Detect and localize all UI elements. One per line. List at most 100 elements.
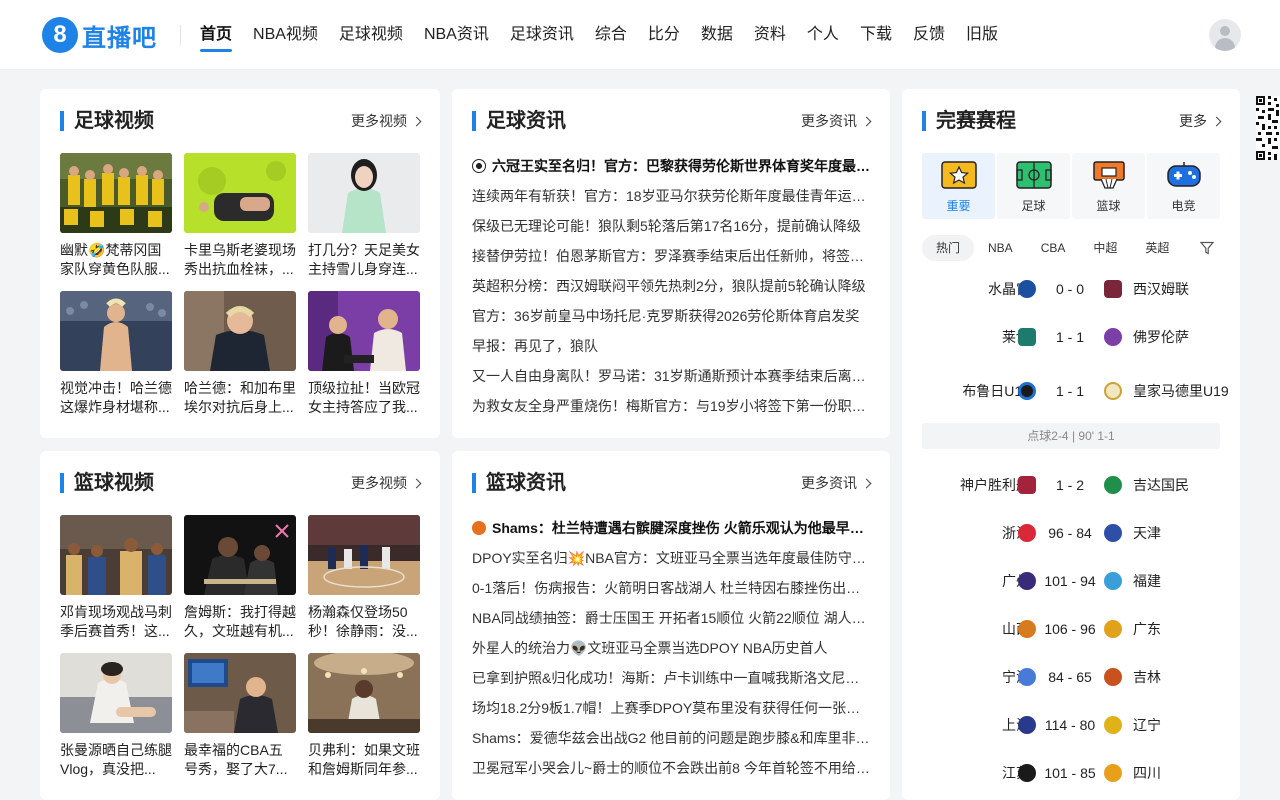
- video-item[interactable]: 邓肯现场观战马刺季后赛首秀！这...: [60, 515, 172, 641]
- chevron-right-icon: [1211, 116, 1222, 126]
- logo-mark: 8: [42, 17, 78, 53]
- league-tab-hot[interactable]: 热门: [922, 235, 975, 261]
- news-item[interactable]: 已拿到护照&归化成功！海斯：卢卡训练中一直喊我斯洛文尼亚兄弟: [472, 663, 870, 693]
- news-item[interactable]: 保级已无理论可能！狼队剩5轮落后第17名16分，提前确认降级: [472, 211, 870, 241]
- video-thumbnail: [308, 153, 420, 233]
- basketball-news-card: 篮球资讯 更多资讯 Shams：杜兰特遭遇右髌腱深度挫伤 火箭乐观认为他最早G3…: [452, 451, 890, 800]
- card-header: 足球资讯 更多资讯: [472, 107, 872, 135]
- more-schedule-link[interactable]: 更多: [1179, 111, 1222, 131]
- video-thumbnail: [308, 291, 420, 371]
- nav-item-old-version[interactable]: 旧版: [966, 0, 998, 70]
- match-row[interactable]: 宁波 84 - 65 吉林: [922, 653, 1220, 701]
- away-team: 天津: [1133, 525, 1161, 541]
- more-news-link[interactable]: 更多资讯: [801, 111, 872, 131]
- news-item[interactable]: 早报：再见了，狼队: [472, 331, 870, 361]
- news-list: 六冠王实至名归！官方：巴黎获得劳伦斯世界体育奖年度最佳团队 连续两年有斩获！官方…: [472, 151, 870, 421]
- video-caption: 张曼源晒自己练腿Vlog，真没把...: [60, 742, 172, 777]
- team-crest-icon: [1104, 716, 1122, 734]
- news-item[interactable]: 官方：36岁前皇马中场托尼·克罗斯获得2026劳伦斯体育启发奖: [472, 301, 870, 331]
- nav-item-nba-news[interactable]: NBA资讯: [424, 0, 489, 70]
- more-videos-link[interactable]: 更多视频: [351, 473, 422, 493]
- category-tab-important[interactable]: 重要: [922, 153, 995, 219]
- video-item[interactable]: 张曼源晒自己练腿Vlog，真没把...: [60, 653, 172, 779]
- nav-item-database[interactable]: 资料: [754, 0, 786, 70]
- match-score: 1 - 1: [1055, 383, 1084, 399]
- news-item[interactable]: 场均18.2分9板1.7帽！上赛季DPOY莫布里没有获得任何一张第一选票: [472, 693, 870, 723]
- match-row[interactable]: 神户胜利船 1 - 2 吉达国民: [922, 461, 1220, 509]
- chevron-right-icon: [861, 116, 872, 126]
- category-tab-football[interactable]: 足球: [997, 153, 1070, 219]
- filter-funnel-icon[interactable]: [1200, 241, 1214, 255]
- news-item[interactable]: 又一人自由身离队！罗马诺：31岁斯通斯预计本赛季结束后离开曼城: [472, 361, 870, 391]
- avatar-head: [1220, 26, 1230, 36]
- news-item[interactable]: 接替伊劳拉！伯恩茅斯官方：罗泽赛季结束后出任新帅，将签约至2029: [472, 241, 870, 271]
- news-item[interactable]: NBA同战绩抽签：爵士压国王 开拓者15顺位 火箭22顺位 湖人25顺位: [472, 603, 870, 633]
- more-news-link[interactable]: 更多资讯: [801, 473, 872, 493]
- card-title: 篮球视频: [60, 469, 154, 497]
- match-row[interactable]: 浙江 96 - 84 天津: [922, 509, 1220, 557]
- nav-item-feedback[interactable]: 反馈: [913, 0, 945, 70]
- news-item[interactable]: Shams：爱德华兹会出战G2 他目前的问题是跑步膝&和库里非常相似: [472, 723, 870, 753]
- nav-item-download[interactable]: 下载: [860, 0, 892, 70]
- news-item[interactable]: DPOY实至名归💥NBA官方：文班亚马全票当选年度最佳防守球员: [472, 543, 870, 573]
- video-item[interactable]: 顶级拉扯！当欧冠女主持答应了我...: [308, 291, 420, 417]
- category-tab-basketball[interactable]: 篮球: [1072, 153, 1145, 219]
- league-tab-nba[interactable]: NBA: [974, 235, 1027, 261]
- nav-item-football-news[interactable]: 足球资讯: [510, 0, 574, 70]
- video-item[interactable]: 卡里乌斯老婆现场秀出抗血栓袜，...: [184, 153, 296, 279]
- nav-item-general[interactable]: 综合: [595, 0, 627, 70]
- away-team: 西汉姆联: [1133, 281, 1189, 297]
- news-item[interactable]: 0-1落后！伤病报告：火箭明日客战湖人 杜兰特因右膝挫伤出战成疑: [472, 573, 870, 603]
- match-row[interactable]: 江苏 101 - 85 四川: [922, 749, 1220, 797]
- video-item[interactable]: 杨瀚森仅登场50秒！徐静雨：没...: [308, 515, 420, 641]
- news-item[interactable]: 英超积分榜：西汉姆联闷平领先热刺2分，狼队提前5轮确认降级: [472, 271, 870, 301]
- video-item[interactable]: 哈兰德：和加布里埃尔对抗后身上...: [184, 291, 296, 417]
- match-row[interactable]: 莱切 1 - 1 佛罗伦萨: [922, 313, 1220, 361]
- league-tab-premier-league[interactable]: 英超: [1131, 235, 1169, 261]
- nav-item-scores[interactable]: 比分: [648, 0, 680, 70]
- nav-item-stats[interactable]: 数据: [701, 0, 733, 70]
- video-item[interactable]: 贝弗利：如果文班和詹姆斯同年参...: [308, 653, 420, 779]
- card-title: 篮球资讯: [472, 469, 566, 497]
- match-row[interactable]: 山西 106 - 96 广东: [922, 605, 1220, 653]
- video-caption: 打几分？天足美女主持雪儿身穿连...: [308, 242, 420, 277]
- sport-category-tabs: 重要 足球 篮球 电竞: [922, 153, 1220, 219]
- video-caption: 顶级拉扯！当欧冠女主持答应了我...: [308, 380, 420, 415]
- top-header: 8 直播吧 首页 NBA视频 足球视频 NBA资讯 足球资讯 综合 比分 数据 …: [0, 0, 1280, 70]
- more-videos-link[interactable]: 更多视频: [351, 111, 422, 131]
- video-item[interactable]: 打几分？天足美女主持雪儿身穿连...: [308, 153, 420, 279]
- news-item-headline[interactable]: Shams：杜兰特遭遇右髌腱深度挫伤 火箭乐观认为他最早G3回归: [472, 513, 870, 543]
- nav-item-nba-video[interactable]: NBA视频: [253, 0, 318, 70]
- away-team: 吉达国民: [1133, 477, 1189, 493]
- match-row[interactable]: 广州 101 - 94 福建: [922, 557, 1220, 605]
- news-item-headline[interactable]: 六冠王实至名归！官方：巴黎获得劳伦斯世界体育奖年度最佳团队: [472, 151, 870, 181]
- team-crest-icon: [1018, 668, 1036, 686]
- video-item[interactable]: 视觉冲击！哈兰德这爆炸身材堪称...: [60, 291, 172, 417]
- nav-item-home[interactable]: 首页: [200, 0, 233, 70]
- category-label: 电竞: [1171, 199, 1196, 213]
- site-logo[interactable]: 8 直播吧: [42, 17, 157, 53]
- news-item[interactable]: 为救女友全身严重烧伤！梅斯官方：与19岁小将签下第一份职业合同: [472, 391, 870, 421]
- match-row[interactable]: 水晶宫 0 - 0 西汉姆联: [922, 265, 1220, 313]
- league-tab-cba[interactable]: CBA: [1027, 235, 1080, 261]
- chevron-right-icon: [861, 478, 872, 488]
- video-item[interactable]: 幽默🤣梵蒂冈国家队穿黄色队服...: [60, 153, 172, 279]
- nav-item-football-video[interactable]: 足球视频: [339, 0, 403, 70]
- user-avatar-icon[interactable]: [1209, 19, 1241, 51]
- video-item[interactable]: 詹姆斯：我打得越久，文班越有机...: [184, 515, 296, 641]
- qr-code-icon[interactable]: [1256, 96, 1280, 160]
- video-item[interactable]: 最幸福的CBA五号秀，娶了大7...: [184, 653, 296, 779]
- away-team: 吉林: [1133, 669, 1161, 685]
- more-label: 更多资讯: [801, 475, 857, 491]
- league-tab-csl[interactable]: 中超: [1079, 235, 1131, 261]
- category-tab-esports[interactable]: 电竞: [1147, 153, 1220, 219]
- news-text: 六冠王实至名归！官方：巴黎获得劳伦斯世界体育奖年度最佳团队: [492, 158, 870, 174]
- nav-item-personal[interactable]: 个人: [807, 0, 839, 70]
- match-row[interactable]: 上海 114 - 80 辽宁: [922, 701, 1220, 749]
- news-item[interactable]: 外星人的统治力👽文班亚马全票当选DPOY NBA历史首人: [472, 633, 870, 663]
- news-item[interactable]: 卫冕冠军小哭会儿~爵士的顺位不会跌出前8 今年首轮签不用给雷霆: [472, 753, 870, 783]
- soccer-field-icon: [1016, 161, 1052, 189]
- video-thumbnail: [60, 291, 172, 371]
- match-row[interactable]: 布鲁日U19 1 - 1 皇家马德里U19: [922, 361, 1229, 421]
- news-item[interactable]: 连续两年有斩获！官方：18岁亚马尔获劳伦斯年度最佳青年运动员: [472, 181, 870, 211]
